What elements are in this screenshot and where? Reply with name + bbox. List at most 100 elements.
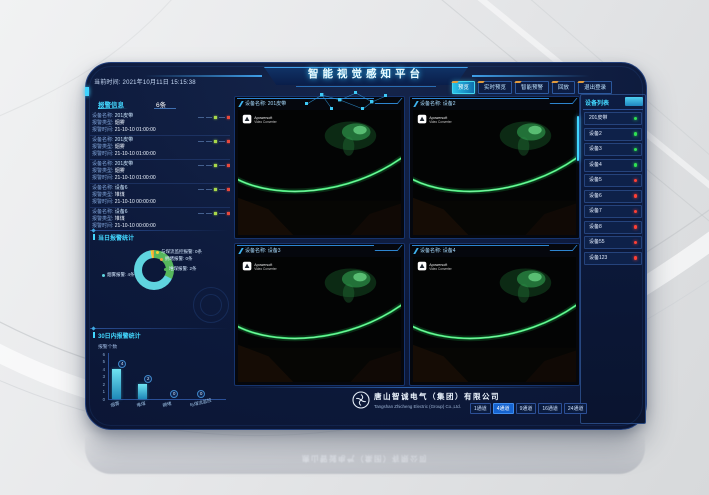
bar-value-badge: 0 (197, 390, 205, 398)
device-list-item[interactable]: 设备123 (584, 252, 642, 265)
channel-button[interactable]: 9通道 (516, 403, 537, 414)
y-tick: 6 (96, 352, 105, 357)
alarm-entry[interactable]: 设备名称: 201皮带 报警类型: 烟雾 报警时间: 21-10-10 01:0… (90, 136, 230, 160)
bar (138, 384, 147, 399)
today-stats-title: 当日报警统计 (98, 233, 134, 242)
time-value: 21-10-10 01:00:00 (115, 151, 156, 157)
device-name: 设备7 (589, 206, 602, 217)
video-device-label: 设备名称: 设备2 (420, 100, 456, 107)
page-background: 当前时间: 2021年10月11日 15:15:38 智能视觉感知平台 预览实时… (0, 0, 709, 495)
header-tab[interactable]: 退出登录 (578, 81, 612, 94)
device-list-item[interactable]: 设备55 (584, 236, 642, 249)
alarm-entry[interactable]: 设备名称: 201皮带 报警类型: 烟雾 报警时间: 21-10-10 01:0… (90, 112, 230, 136)
device-status-dot (634, 117, 638, 121)
bar-category-label: 烟雾 (110, 401, 120, 409)
channel-button[interactable]: 1通道 (470, 403, 491, 414)
alarm-entry[interactable]: 设备名称: 设备6 报警类型: 堆煤 报警时间: 21-10-10 00:00:… (90, 208, 230, 229)
alarm-level-meter (198, 164, 230, 167)
video-screen[interactable]: Apowersoft Video Converter (238, 110, 401, 235)
video-panel[interactable]: 设备名称: 设备2 Apowersoft Video Converter (409, 96, 580, 239)
device-status-dot (634, 148, 638, 152)
section-divider (90, 328, 228, 329)
dashboard-window: 当前时间: 2021年10月11日 15:15:38 智能视觉感知平台 预览实时… (85, 62, 647, 430)
type-label: 报警类型: (92, 168, 113, 174)
today-alarm-donut-chart: 与煤流监控报警: 0条 拥堵报警: 0条 堆煤报警: 2条 烟雾报警: 4条 (90, 245, 232, 329)
device-list-item[interactable]: 201皮带 (584, 112, 642, 125)
bar-category-label: 堆煤 (136, 401, 146, 409)
device-status-dot (634, 179, 638, 183)
y-tick: 3 (96, 374, 105, 379)
type-value: 堆煤 (115, 192, 125, 198)
device-list-item[interactable]: 设备5 (584, 174, 642, 187)
video-device-label: 设备名称: 201皮带 (245, 100, 286, 107)
device-name: 设备6 (589, 191, 602, 202)
y-tick: 2 (96, 382, 105, 387)
channel-button[interactable]: 24通道 (564, 403, 588, 414)
device-list-item[interactable]: 设备4 (584, 159, 642, 172)
reflection-text: 唐山智诚电气（集团）有限公司 (85, 453, 645, 464)
svg-text:Video Converter: Video Converter (429, 267, 452, 271)
video-device-label: 设备名称: 设备3 (245, 247, 281, 254)
section-divider (90, 230, 228, 231)
device-list-item[interactable]: 设备2 (584, 128, 642, 141)
device-status-dot (634, 132, 638, 136)
device-name: 设备4 (589, 160, 602, 171)
time-value: 21-10-10 00:00:00 (115, 223, 156, 229)
video-screen[interactable]: Apowersoft Video Converter (413, 110, 576, 235)
video-panel-header: 设备名称: 设备3 (235, 244, 404, 256)
alarm-entry[interactable]: 设备名称: 201皮带 报警类型: 烟雾 报警时间: 21-10-10 01:0… (90, 160, 230, 184)
circle-emblem-decoration (193, 287, 229, 323)
scrollbar[interactable] (577, 116, 579, 161)
header-tab[interactable]: 实时预览 (478, 81, 512, 94)
donut-legend-item: 拥堵报警: 0条 (160, 256, 193, 262)
divider (98, 108, 128, 109)
channel-button[interactable]: 16通道 (538, 403, 562, 414)
device-status-dot (634, 210, 638, 214)
device-list-item[interactable]: 设备3 (584, 143, 642, 156)
device-name: 设备55 (589, 237, 605, 248)
type-label: 报警类型: (92, 144, 113, 150)
device-status-dot (634, 225, 638, 229)
device-list-item[interactable]: 设备8 (584, 221, 642, 234)
header-tabs: 预览实时预览智能预警回放退出登录 (452, 81, 612, 94)
alarm-entry[interactable]: 设备名称: 设备6 报警类型: 堆煤 报警时间: 21-10-10 00:00:… (90, 184, 230, 208)
video-feed: Apowersoft Video Converter (413, 110, 576, 235)
device-list-title: 设备列表 (585, 98, 609, 107)
dashboard-reflection: 唐山智诚电气（集团）有限公司 (85, 430, 645, 474)
device-name: 设备8 (589, 222, 602, 233)
device-name: 设备2 (589, 129, 602, 140)
device-list-item[interactable]: 设备6 (584, 190, 642, 203)
video-panel[interactable]: 设备名称: 201皮带 Apowersoft Video Converter (234, 96, 405, 239)
bar-value-badge: 0 (170, 390, 178, 398)
device-list-item[interactable]: 设备7 (584, 205, 642, 218)
video-device-label: 设备名称: 设备4 (420, 247, 456, 254)
type-value: 堆煤 (115, 216, 125, 222)
y-axis (108, 353, 109, 399)
alarm-level-meter (198, 140, 230, 143)
video-panel[interactable]: 设备名称: 设备4 Apowersoft Video Converter (409, 243, 580, 386)
donut-legend-item: 烟雾报警: 4条 (102, 272, 135, 278)
type-value: 烟雾 (115, 144, 125, 150)
device-name: 201皮带 (589, 113, 607, 124)
time-label: 报警时间: (92, 151, 113, 157)
watermark: Apowersoft Video Converter (243, 115, 277, 124)
device-value: 设备6 (115, 185, 128, 191)
device-status-dot (634, 163, 638, 167)
time-value: 21-10-10 01:00:00 (115, 175, 156, 181)
header-tab[interactable]: 回放 (552, 81, 575, 94)
video-feed: Apowersoft Video Converter (238, 110, 401, 235)
header-tab[interactable]: 智能预警 (515, 81, 549, 94)
video-screen[interactable]: Apowersoft Video Converter (413, 257, 576, 382)
monthly-stats-title: 30日内报警统计 (98, 331, 141, 340)
type-label: 报警类型: (92, 192, 113, 198)
y-tick: 4 (96, 367, 105, 372)
video-panel-header: 设备名称: 设备2 (410, 97, 579, 109)
channel-button[interactable]: 4通道 (493, 403, 514, 414)
device-label: 设备名称: (92, 161, 113, 167)
alarm-level-meter (198, 212, 230, 215)
video-grid: 设备名称: 201皮带 Apowersoft Video Converter 设… (234, 96, 580, 386)
header-tab[interactable]: 预览 (452, 81, 475, 94)
video-panel[interactable]: 设备名称: 设备3 Apowersoft Video Converter (234, 243, 405, 386)
device-list-filter-button[interactable] (625, 97, 643, 106)
video-screen[interactable]: Apowersoft Video Converter (238, 257, 401, 382)
